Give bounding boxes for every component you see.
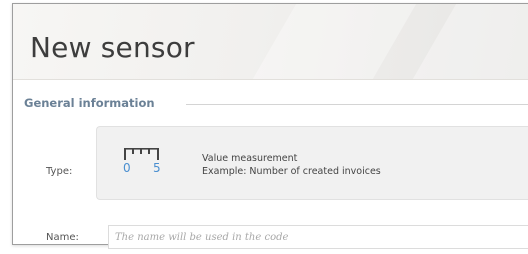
new-sensor-dialog: New sensor xyxy=(12,3,528,245)
header-decoration xyxy=(226,4,440,79)
section-title-general-information: General information xyxy=(24,97,159,110)
type-option-title: Value measurement xyxy=(202,153,298,164)
value-gauge-icon: 0 5 xyxy=(123,146,165,176)
dialog-title: New sensor xyxy=(30,31,195,64)
type-option-example: Example: Number of created invoices xyxy=(202,166,381,177)
section-divider xyxy=(186,104,528,105)
gauge-ticks-icon xyxy=(124,148,159,160)
dialog-header: New sensor xyxy=(13,4,528,80)
type-label: Type: xyxy=(46,166,73,177)
gauge-max-label: 5 xyxy=(153,161,161,175)
name-input[interactable] xyxy=(108,225,528,249)
gauge-min-label: 0 xyxy=(123,161,131,175)
name-label: Name: xyxy=(46,232,79,243)
